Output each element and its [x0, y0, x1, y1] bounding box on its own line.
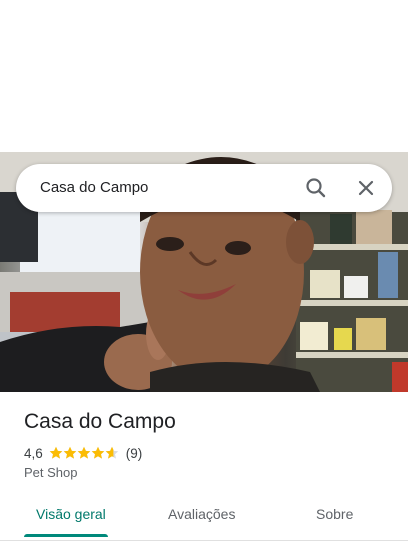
rating-value: 4,6: [24, 445, 43, 461]
search-icon[interactable]: [302, 174, 330, 202]
tab-reviews[interactable]: Avaliações: [168, 506, 235, 522]
star-icon: [91, 446, 105, 459]
star-icon: [105, 446, 119, 459]
tab-bar: Visão geral Avaliações Sobre: [0, 490, 408, 541]
rating-row[interactable]: 4,6 (9): [24, 444, 142, 462]
review-count[interactable]: (9): [126, 446, 143, 461]
search-bar[interactable]: Casa do Campo: [16, 164, 392, 212]
rating-stars: [49, 446, 119, 460]
place-category: Pet Shop: [24, 465, 78, 480]
star-icon: [77, 446, 91, 459]
place-title: Casa do Campo: [24, 410, 176, 433]
tab-about[interactable]: Sobre: [316, 506, 353, 522]
star-icon: [63, 446, 77, 459]
search-query[interactable]: Casa do Campo: [40, 179, 148, 196]
tab-overview[interactable]: Visão geral: [36, 506, 106, 522]
close-icon[interactable]: [352, 174, 380, 202]
star-icon: [49, 446, 63, 459]
active-tab-indicator: [24, 534, 108, 537]
